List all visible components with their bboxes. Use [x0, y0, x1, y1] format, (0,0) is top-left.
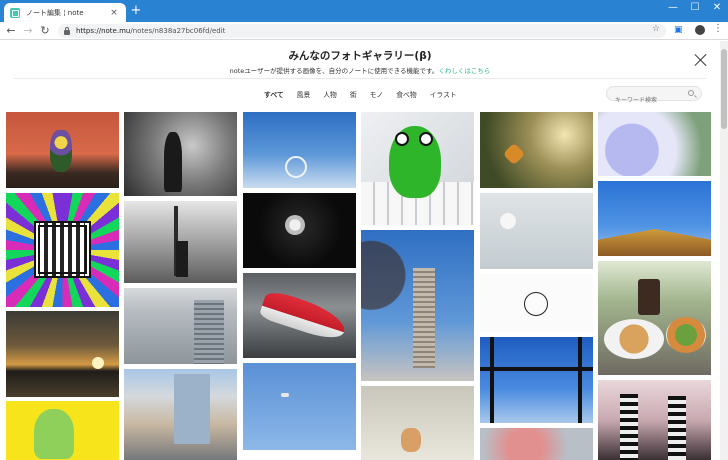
photo-cartoon-cat[interactable] [6, 401, 119, 460]
url-text: https://note.mu/notes/n838a27bc06fd/edit [76, 27, 226, 35]
tab-bar: ノート編集 ¦ note × + — ☐ ✕ [0, 0, 728, 22]
tab-title: ノート編集 ¦ note [26, 8, 84, 17]
maximize-button[interactable]: ☐ [686, 2, 704, 13]
photo-doodle-drawing[interactable] [480, 274, 593, 332]
url-field[interactable]: https://note.mu/notes/n838a27bc06fd/edit… [58, 24, 666, 38]
page-scrollbar[interactable] [720, 41, 728, 460]
photo-sunset-sea[interactable] [6, 311, 119, 397]
gallery-title: みんなのフォトギャラリー(β) [288, 50, 432, 62]
photo-cat-snow[interactable] [361, 386, 474, 460]
tab-town[interactable]: 街 [350, 89, 357, 99]
tab-illustration[interactable]: イラスト [430, 89, 457, 99]
minimize-button[interactable]: — [664, 2, 682, 13]
photo-people-shop[interactable] [598, 380, 711, 460]
search-icon[interactable] [688, 90, 694, 96]
photo-gallery-dialog: みんなのフォトギャラリー(β) noteユーザーが提供する画像を、自分のノートに… [0, 41, 720, 460]
back-icon[interactable]: ← [4, 24, 18, 38]
note-favicon-icon [10, 7, 20, 18]
photo-bw-street[interactable] [124, 201, 237, 283]
account-avatar-icon[interactable] [695, 25, 705, 35]
scrollbar-thumb[interactable] [721, 49, 727, 129]
photo-city-buildings[interactable] [124, 288, 237, 364]
keyword-search[interactable] [606, 86, 702, 107]
photo-bullet-train[interactable] [243, 273, 356, 358]
extension-icon[interactable]: ▣ [674, 25, 683, 35]
photo-food-coffee[interactable] [598, 261, 711, 375]
tab-close-icon[interactable]: × [108, 8, 120, 18]
photo-ferris-wheel[interactable] [243, 112, 356, 188]
tab-all[interactable]: すべて [264, 89, 284, 99]
photo-bridge-blue[interactable] [480, 337, 593, 423]
photo-shadow-on-grass[interactable] [124, 112, 237, 196]
address-bar: ← → ↻ https://note.mu/notes/n838a27bc06f… [0, 22, 728, 40]
category-tabs: すべて 風景 人物 街 モノ 食べ物 イラスト [264, 89, 470, 99]
header-divider [14, 78, 706, 79]
browser-menu-icon[interactable]: ⋮ [713, 23, 723, 34]
photo-hydrangea[interactable] [598, 112, 711, 176]
window-close-button[interactable]: ✕ [708, 2, 726, 13]
photo-white-flower-dark[interactable] [243, 193, 356, 268]
bookmark-star-icon[interactable]: ☆ [652, 24, 660, 34]
photo-blue-sky-bird[interactable] [243, 363, 356, 450]
new-tab-button[interactable]: + [130, 4, 142, 18]
tab-scenery[interactable]: 風景 [297, 89, 311, 99]
photo-glitch-art[interactable] [6, 193, 119, 307]
photo-pink-blossom[interactable] [480, 428, 593, 460]
tab-food[interactable]: 食べ物 [396, 89, 416, 99]
tab-people[interactable]: 人物 [323, 89, 337, 99]
gallery-subtitle: noteユーザーが提供する画像を、自分のノートに使用できる機能です。くわしくはこ… [229, 67, 491, 75]
photo-white-blossom[interactable] [480, 193, 593, 269]
reload-icon[interactable]: ↻ [38, 24, 52, 38]
photo-butterfly-sunlight[interactable] [480, 112, 593, 188]
close-icon[interactable] [694, 53, 708, 67]
more-info-link[interactable]: くわしくはこちら [438, 67, 490, 75]
photo-flower-arrangement[interactable] [6, 112, 119, 188]
photo-tower-cherry[interactable] [361, 230, 474, 381]
photo-street-houses[interactable] [124, 369, 237, 460]
photo-shrine-roof[interactable] [598, 181, 711, 256]
browser-tab[interactable]: ノート編集 ¦ note × [4, 3, 126, 22]
tab-things[interactable]: モノ [370, 89, 384, 99]
forward-icon[interactable]: → [21, 24, 35, 38]
lock-icon [64, 26, 70, 35]
search-input[interactable] [607, 94, 683, 107]
photo-frog-keyboard[interactable] [361, 112, 474, 225]
